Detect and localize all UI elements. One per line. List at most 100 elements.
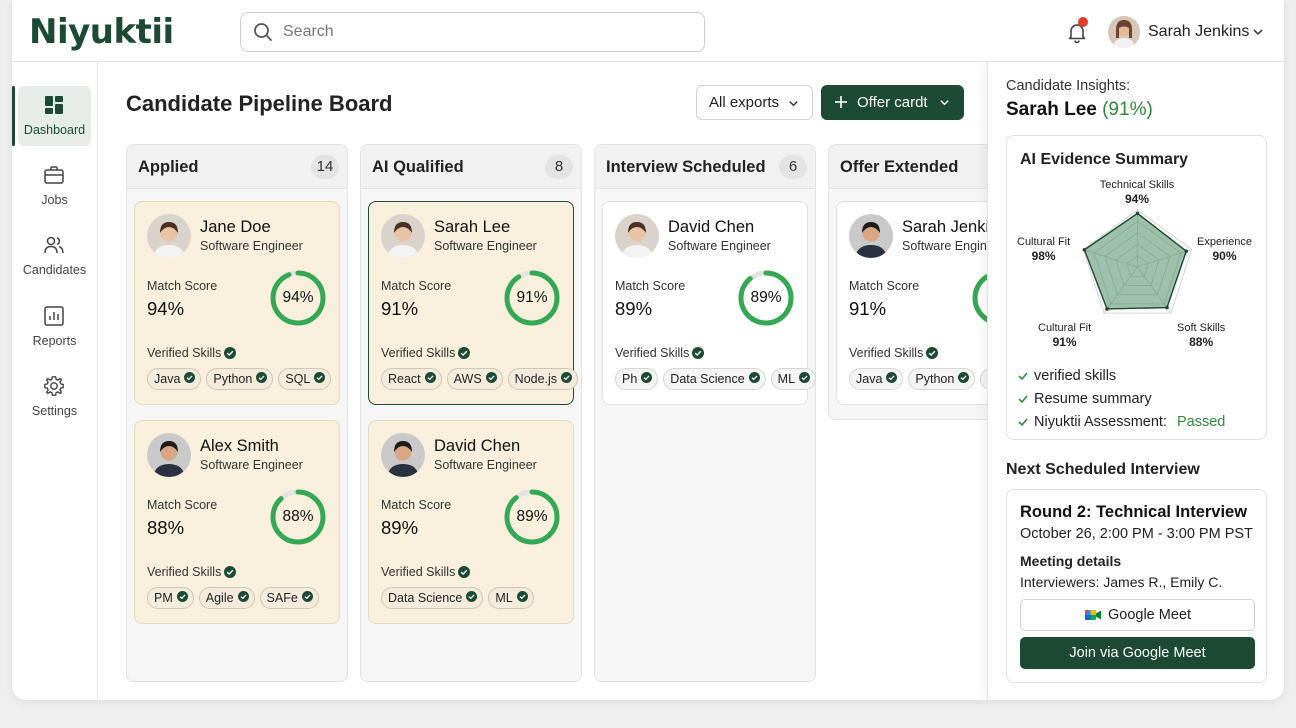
search-box[interactable] <box>240 12 705 52</box>
dashboard-icon <box>45 96 63 114</box>
verified-check-icon <box>516 591 528 605</box>
skill-chip[interactable]: AWS <box>446 368 503 390</box>
match-score-ring-text: 91% <box>516 289 548 306</box>
verified-check-icon <box>314 372 326 386</box>
candidate-role: Software Engineer <box>434 458 537 472</box>
next-interview-title: Next Scheduled Interview <box>1006 461 1200 478</box>
app-logo[interactable]: Niyuktii <box>29 12 174 52</box>
verified-check-icon <box>958 372 970 386</box>
verified-check-icon <box>748 372 760 386</box>
top-bar: Niyuktii Sarah Jenkins <box>12 0 1284 62</box>
join-google-meet-button[interactable]: Join via Google Meet <box>1020 637 1255 669</box>
candidate-insights-panel: Candidate Insights: Sarah Lee (91%) AI E… <box>987 62 1284 700</box>
radar-data-point <box>1165 305 1169 310</box>
chevron-down-icon[interactable] <box>1252 26 1264 38</box>
page-title: Candidate Pipeline Board <box>126 91 393 116</box>
skill-chip[interactable]: Python <box>908 368 976 390</box>
sidebar-item-reports[interactable]: Reports <box>18 297 91 357</box>
match-score-value: 89% <box>615 298 653 319</box>
match-score-label: Match Score <box>615 279 686 293</box>
column-title: Interview Scheduled <box>606 158 766 176</box>
candidate-card[interactable]: Jane Doe Software Engineer Match Score 94% 9… <box>134 201 340 405</box>
radar-data-point <box>1135 211 1140 216</box>
column-applied: Applied 14 Jane Doe Software Engineer Matc… <box>126 144 348 682</box>
skill-chip[interactable]: Node.js <box>507 368 579 390</box>
plus-icon <box>835 96 847 108</box>
check-icon <box>1018 417 1028 426</box>
skill-label: Node.js <box>514 372 558 386</box>
offer-card-button[interactable]: Offer cardt <box>821 85 964 120</box>
skill-label: Python <box>915 372 955 386</box>
column-title: Applied <box>138 158 199 176</box>
skill-label: Data Science <box>670 372 745 386</box>
sidebar-item-jobs[interactable]: Jobs <box>18 156 91 216</box>
skill-chip[interactable]: ML <box>770 368 817 390</box>
skill-label: Python <box>213 372 253 386</box>
user-name[interactable]: Sarah Jenkins <box>1148 23 1249 41</box>
radar-label-cultural-fit: Cultural Fit 91% <box>1038 322 1092 349</box>
skill-chip[interactable]: Agile <box>198 587 255 609</box>
search-input[interactable] <box>283 23 683 41</box>
verified-check-icon <box>926 347 939 359</box>
skill-chip[interactable]: React <box>381 368 442 390</box>
chevron-down-icon <box>789 101 798 107</box>
user-avatar[interactable] <box>1108 16 1140 48</box>
skill-chips: PM Agile SAFe <box>147 587 319 609</box>
candidate-card[interactable]: David Chen Software Engineer Match Score 89… <box>368 420 574 624</box>
skill-label: Data Science <box>388 591 463 605</box>
check-icon <box>1018 394 1028 403</box>
skill-chip[interactable]: ML <box>488 587 534 609</box>
radar-label-experience: Experience 90% <box>1197 236 1253 263</box>
skill-chip[interactable]: Data Science <box>381 587 484 609</box>
skill-chip[interactable]: Python <box>206 368 274 390</box>
checklist-item: Resume summary <box>1018 387 1225 410</box>
checklist-text: Resume summary <box>1034 390 1152 407</box>
insights-match-pct: (91%) <box>1102 99 1153 120</box>
evidence-title: AI Evidence Summary <box>1020 151 1189 168</box>
candidate-card[interactable]: Alex Smith Software Engineer Match Score 88… <box>134 420 340 624</box>
sidebar-item-dashboard[interactable]: Dashboard <box>12 86 91 146</box>
skill-chip[interactable]: Java <box>147 368 202 390</box>
sidebar-item-candidates[interactable]: Candidates <box>18 226 91 286</box>
radar-data-point <box>1184 249 1189 253</box>
all-exports-dropdown[interactable]: All exports <box>696 85 813 120</box>
google-meet-button[interactable]: Google Meet <box>1020 599 1255 631</box>
match-score-label: Match Score <box>381 498 452 512</box>
skill-chip[interactable]: SAFe <box>259 587 319 609</box>
sidebar-item-label: Settings <box>31 404 78 418</box>
verified-check-icon <box>485 372 497 386</box>
column-header: Applied 14 <box>127 145 347 189</box>
evidence-checklist: verified skills Resume summary Niyuktii … <box>1018 364 1225 433</box>
check-icon <box>1018 371 1028 380</box>
skill-chip[interactable]: Data Science <box>663 368 766 390</box>
verified-check-icon <box>692 347 705 359</box>
verified-check-icon <box>224 347 237 359</box>
skill-chip[interactable]: Ph <box>615 368 659 390</box>
candidate-name: David Chen <box>668 218 755 236</box>
candidate-role: Software Engine <box>902 239 994 253</box>
skill-chip[interactable]: PM <box>147 587 194 609</box>
users-icon <box>44 236 64 254</box>
skill-label: Java <box>856 372 883 386</box>
interview-card: Round 2: Technical Interview October 26,… <box>1006 489 1267 683</box>
skill-label: SAFe <box>266 591 298 605</box>
radar-data-point <box>1082 247 1087 252</box>
sidebar-item-settings[interactable]: Settings <box>18 367 91 427</box>
sidebar: Dashboard Jobs Candidates Reports Settin… <box>12 62 98 700</box>
candidate-card[interactable]: David Chen Software Engineer Match Score 89… <box>602 201 817 405</box>
candidate-card[interactable]: Sarah Lee Software Engineer Match Score 91%… <box>368 201 579 405</box>
skill-chips: Ph Data Science ML <box>615 368 817 390</box>
skill-chip[interactable]: SQL <box>278 368 332 390</box>
meeting-details-label: Meeting details <box>1020 553 1122 569</box>
candidate-name: Sarah Lee <box>434 218 511 236</box>
verified-check-icon <box>176 591 188 605</box>
gear-icon <box>44 376 64 396</box>
candidate-name: Sarah Jenkir <box>902 218 995 236</box>
column-interview-scheduled: Interview Scheduled 6 David Chen Software… <box>594 144 817 682</box>
verified-check-icon <box>256 372 268 386</box>
offer-label: Offer cardt <box>857 94 928 111</box>
skill-chip[interactable]: Java <box>849 368 904 390</box>
candidate-name: Jane Doe <box>200 218 271 236</box>
candidate-role: Software Engineer <box>200 458 303 472</box>
interviewers: Interviewers: James R., Emily C. <box>1020 574 1223 590</box>
